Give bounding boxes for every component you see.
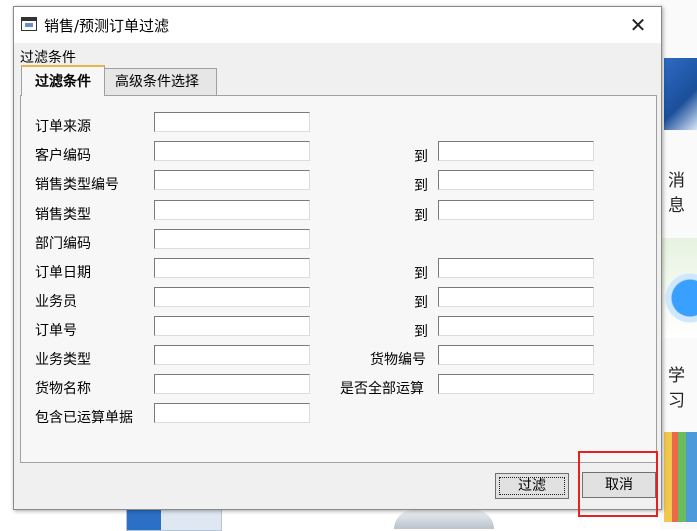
order-date-from-input[interactable] (154, 258, 310, 278)
department-code-input[interactable] (154, 229, 310, 249)
field-label-business-type: 业务类型 (35, 352, 91, 368)
to-label: 到 (414, 149, 428, 165)
field-label-goods-code: 货物编号 (370, 352, 426, 368)
field-label-calculate-all: 是否全部运算 (340, 381, 424, 397)
field-label-sales-type: 销售类型 (35, 207, 91, 223)
to-label: 到 (414, 178, 428, 194)
goods-code-input[interactable] (438, 345, 594, 365)
sales-type-to-input[interactable] (438, 200, 594, 220)
field-label-goods-name: 货物名称 (35, 381, 91, 397)
background-app-tile (664, 58, 697, 130)
field-label-department-code: 部门编码 (35, 236, 91, 252)
background-books-icon (664, 432, 697, 522)
salesperson-from-input[interactable] (154, 287, 310, 307)
close-button[interactable]: ✕ (615, 7, 661, 43)
to-label: 到 (414, 295, 428, 311)
order-number-to-input[interactable] (438, 316, 594, 336)
business-type-input[interactable] (154, 345, 310, 365)
sales-type-from-input[interactable] (154, 200, 310, 220)
background-app-tile (394, 510, 494, 529)
to-label: 到 (414, 324, 428, 340)
sales-type-code-to-input[interactable] (438, 170, 594, 190)
cancel-button[interactable]: 取消 (582, 472, 656, 498)
field-label-include-calculated: 包含已运算单据 (35, 410, 133, 426)
filter-button-label: 过滤 (499, 477, 565, 495)
field-label-sales-type-code: 销售类型编号 (35, 177, 119, 193)
to-label: 到 (414, 208, 428, 224)
background-label-1: 消息 (668, 171, 685, 216)
order-date-to-input[interactable] (438, 258, 594, 278)
tab-filter-conditions[interactable]: 过滤条件 (21, 65, 105, 96)
field-label-order-source: 订单来源 (35, 119, 91, 135)
background-label-2: 学习 (668, 366, 685, 411)
customer-code-from-input[interactable] (154, 141, 310, 161)
tab-advanced-conditions[interactable]: 高级条件选择 (97, 68, 217, 95)
title-bar[interactable]: 销售/预测订单过滤 ✕ (14, 7, 661, 43)
field-label-customer-code: 客户编码 (35, 148, 91, 164)
background-globe-icon (660, 238, 697, 338)
background-app-tile (126, 508, 222, 531)
include-calculated-input[interactable] (154, 403, 310, 423)
salesperson-to-input[interactable] (438, 287, 594, 307)
dialog-title: 销售/预测订单过滤 (44, 17, 170, 35)
filter-panel: 订单来源 客户编码 到 销售类型编号 到 销售类型 到 部门编码 订单日期 到 … (20, 95, 657, 463)
customer-code-to-input[interactable] (438, 141, 594, 161)
field-label-salesperson: 业务员 (35, 294, 77, 310)
order-source-input[interactable] (154, 112, 310, 132)
to-label: 到 (414, 266, 428, 282)
goods-name-input[interactable] (154, 374, 310, 394)
field-label-order-date: 订单日期 (35, 265, 91, 281)
calculate-all-input[interactable] (438, 374, 594, 394)
filter-button[interactable]: 过滤 (495, 473, 569, 499)
filter-dialog: 销售/预测订单过滤 ✕ 过滤条件 过滤条件 高级条件选择 订单来源 客户编码 到… (13, 6, 662, 510)
order-number-from-input[interactable] (154, 316, 310, 336)
sales-type-code-from-input[interactable] (154, 170, 310, 190)
app-window-icon (21, 17, 37, 31)
group-label: 过滤条件 (20, 50, 76, 66)
field-label-order-number: 订单号 (35, 323, 77, 339)
